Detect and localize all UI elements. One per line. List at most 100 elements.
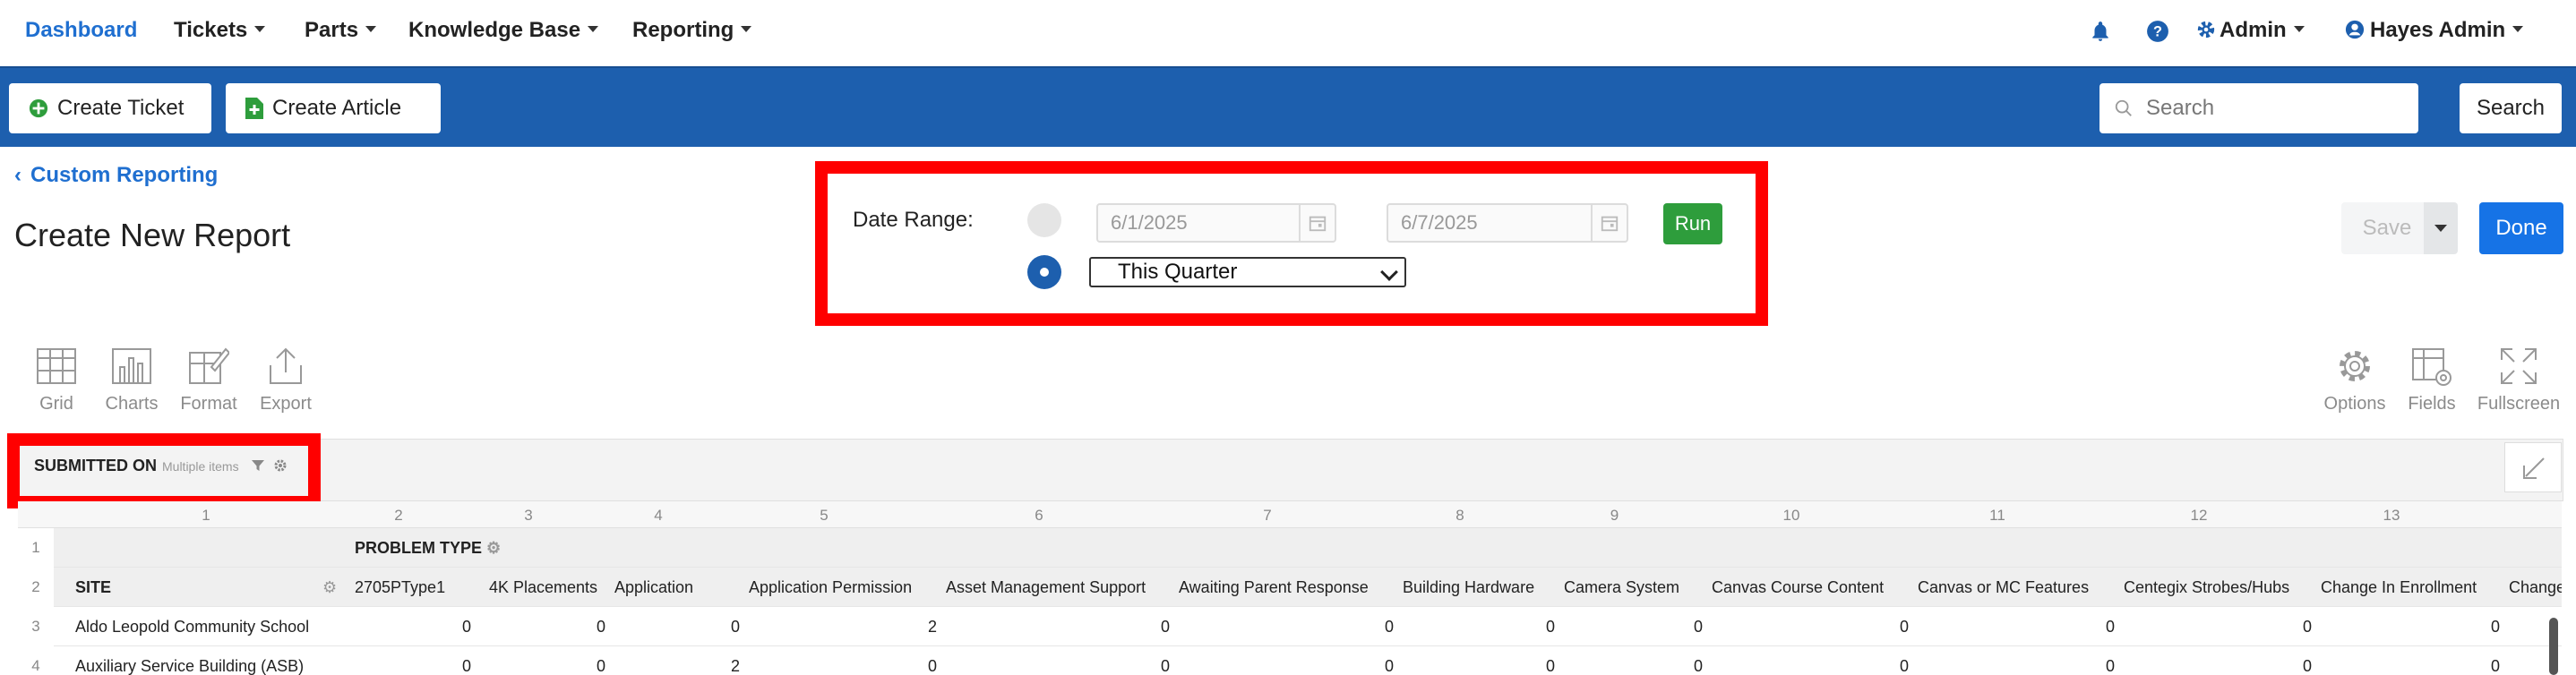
col-number: 6	[1035, 507, 1043, 524]
table-row: SITE ⚙ 2705PType1 4K Placements Applicat…	[54, 568, 2562, 607]
gear-icon[interactable]: ⚙	[486, 539, 501, 557]
nav-tickets-label: Tickets	[174, 18, 248, 42]
nav-parts-label: Parts	[305, 18, 359, 42]
export-tool[interactable]: Export	[245, 346, 326, 414]
site-header[interactable]: SITE	[75, 578, 111, 597]
table-cell: 0	[2105, 657, 2115, 675]
column-header[interactable]: Building Hardware	[1403, 578, 1534, 597]
row-number: 1	[31, 539, 40, 556]
table-cell: 0	[1384, 657, 1394, 675]
column-header[interactable]: Awaiting Parent Response	[1179, 578, 1369, 597]
search-input[interactable]	[2146, 96, 2397, 121]
calendar-icon[interactable]	[1299, 205, 1335, 241]
action-toolbar: Create Ticket Create Article Search	[0, 66, 2576, 147]
save-options-dropdown[interactable]	[2424, 202, 2458, 254]
format-tool[interactable]: Format	[168, 346, 249, 414]
table-cell: 2	[730, 657, 740, 675]
table-cell: 0	[730, 618, 740, 636]
nav-tickets[interactable]: Tickets	[174, 18, 266, 43]
grid-tool[interactable]: Grid	[16, 346, 97, 414]
column-header[interactable]: Camera System	[1564, 578, 1679, 597]
nav-reporting[interactable]: Reporting	[632, 18, 752, 43]
custom-range-radio[interactable]	[1027, 203, 1061, 237]
save-button[interactable]: Save	[2341, 202, 2433, 254]
column-header[interactable]: Centegix Strobes/Hubs	[2124, 578, 2289, 597]
search-icon	[2115, 99, 2132, 116]
chevron-down-icon	[588, 26, 599, 33]
problem-type-label: PROBLEM TYPE	[355, 539, 483, 557]
row-number: 4	[31, 657, 40, 674]
chevron-down-icon	[2293, 26, 2305, 33]
run-button[interactable]: Run	[1663, 203, 1722, 244]
column-header[interactable]: Asset Management Support	[946, 578, 1146, 597]
nav-user-label: Hayes Admin	[2370, 18, 2506, 42]
column-header[interactable]: Application Permission	[749, 578, 912, 597]
start-date-field[interactable]: 6/1/2025	[1096, 203, 1336, 243]
table-cell: 0	[461, 618, 471, 636]
column-header[interactable]: Canvas or MC Features	[1918, 578, 2089, 597]
create-ticket-label: Create Ticket	[57, 96, 185, 120]
gear-icon	[2340, 351, 2370, 381]
pivot-grid: 1 2 3 4 5 6 7 8 9 10 11 12 13 1 PROBLEM …	[18, 501, 2562, 675]
search-button[interactable]: Search	[2460, 83, 2562, 133]
range-preset-select[interactable]: This Quarter	[1089, 257, 1406, 287]
charts-tool[interactable]: Charts	[91, 346, 172, 414]
format-brush-icon	[189, 347, 229, 384]
filter-icon[interactable]	[251, 458, 265, 473]
fields-tool[interactable]: Fields	[2391, 346, 2472, 414]
grid-tool-label: Grid	[39, 394, 73, 414]
nav-parts[interactable]: Parts	[305, 18, 377, 43]
fullscreen-tool[interactable]: Fullscreen	[2472, 346, 2565, 414]
grid-icon	[37, 348, 76, 384]
bell-icon[interactable]	[2089, 20, 2112, 43]
grid-scrollbar[interactable]	[2549, 618, 2558, 675]
create-article-button[interactable]: Create Article	[226, 83, 441, 133]
column-header[interactable]: Change In Enrollment	[2321, 578, 2477, 597]
problem-type-header[interactable]: PROBLEM TYPE ⚙	[355, 539, 501, 558]
table-cell: 0	[1693, 657, 1703, 675]
column-header[interactable]: Change	[2509, 578, 2562, 597]
search-box[interactable]	[2099, 83, 2418, 133]
nav-admin-label: Admin	[2220, 18, 2287, 42]
done-button[interactable]: Done	[2479, 202, 2563, 254]
options-tool[interactable]: Options	[2314, 346, 2395, 414]
collapse-toggle-button[interactable]	[2504, 442, 2562, 492]
help-icon[interactable]: ?	[2146, 20, 2169, 43]
end-date-field[interactable]: 6/7/2025	[1387, 203, 1628, 243]
nav-admin[interactable]: Admin	[2196, 18, 2305, 43]
filter-submitted-on[interactable]: SUBMITTED ON Multiple items	[34, 457, 288, 475]
nav-knowledge-base[interactable]: Knowledge Base	[408, 18, 599, 43]
column-header[interactable]: 2705PType1	[355, 578, 445, 597]
chevron-down-icon	[2512, 26, 2524, 33]
page-title: Create New Report	[14, 217, 291, 253]
column-header[interactable]: Application	[614, 578, 693, 597]
filter-area	[11, 439, 2563, 501]
row-number: 2	[31, 578, 40, 595]
back-link-custom-reporting[interactable]: ‹ Custom Reporting	[14, 163, 218, 188]
gear-icon[interactable]	[273, 458, 288, 473]
table-cell: 0	[2105, 618, 2115, 636]
calendar-icon[interactable]	[1591, 205, 1627, 241]
charts-tool-label: Charts	[105, 394, 159, 414]
create-ticket-button[interactable]: Create Ticket	[9, 83, 211, 133]
gear-icon[interactable]: ⚙	[322, 578, 337, 597]
preset-range-radio[interactable]	[1027, 255, 1061, 289]
table-cell: 0	[596, 657, 605, 675]
column-header[interactable]: Canvas Course Content	[1712, 578, 1884, 597]
column-header[interactable]: 4K Placements	[489, 578, 597, 597]
nav-user[interactable]: Hayes Admin	[2345, 18, 2524, 43]
table-cell: 0	[1545, 657, 1555, 675]
table-cell: 0	[1384, 618, 1394, 636]
col-number: 13	[2383, 507, 2400, 524]
bar-chart-icon	[112, 348, 151, 384]
nav-dashboard[interactable]: Dashboard	[25, 18, 137, 43]
table-cell: 0	[2302, 618, 2312, 636]
col-number: 9	[1610, 507, 1619, 524]
table-row: Aldo Leopold Community School 0 0 0 2 0 …	[54, 607, 2562, 646]
table-cell: 0	[2490, 618, 2500, 636]
site-name: Aldo Leopold Community School	[75, 618, 310, 636]
col-number: 7	[1263, 507, 1272, 524]
date-range-panel	[815, 161, 1768, 326]
end-date-value: 6/7/2025	[1401, 211, 1478, 234]
table-cell: 0	[1693, 618, 1703, 636]
